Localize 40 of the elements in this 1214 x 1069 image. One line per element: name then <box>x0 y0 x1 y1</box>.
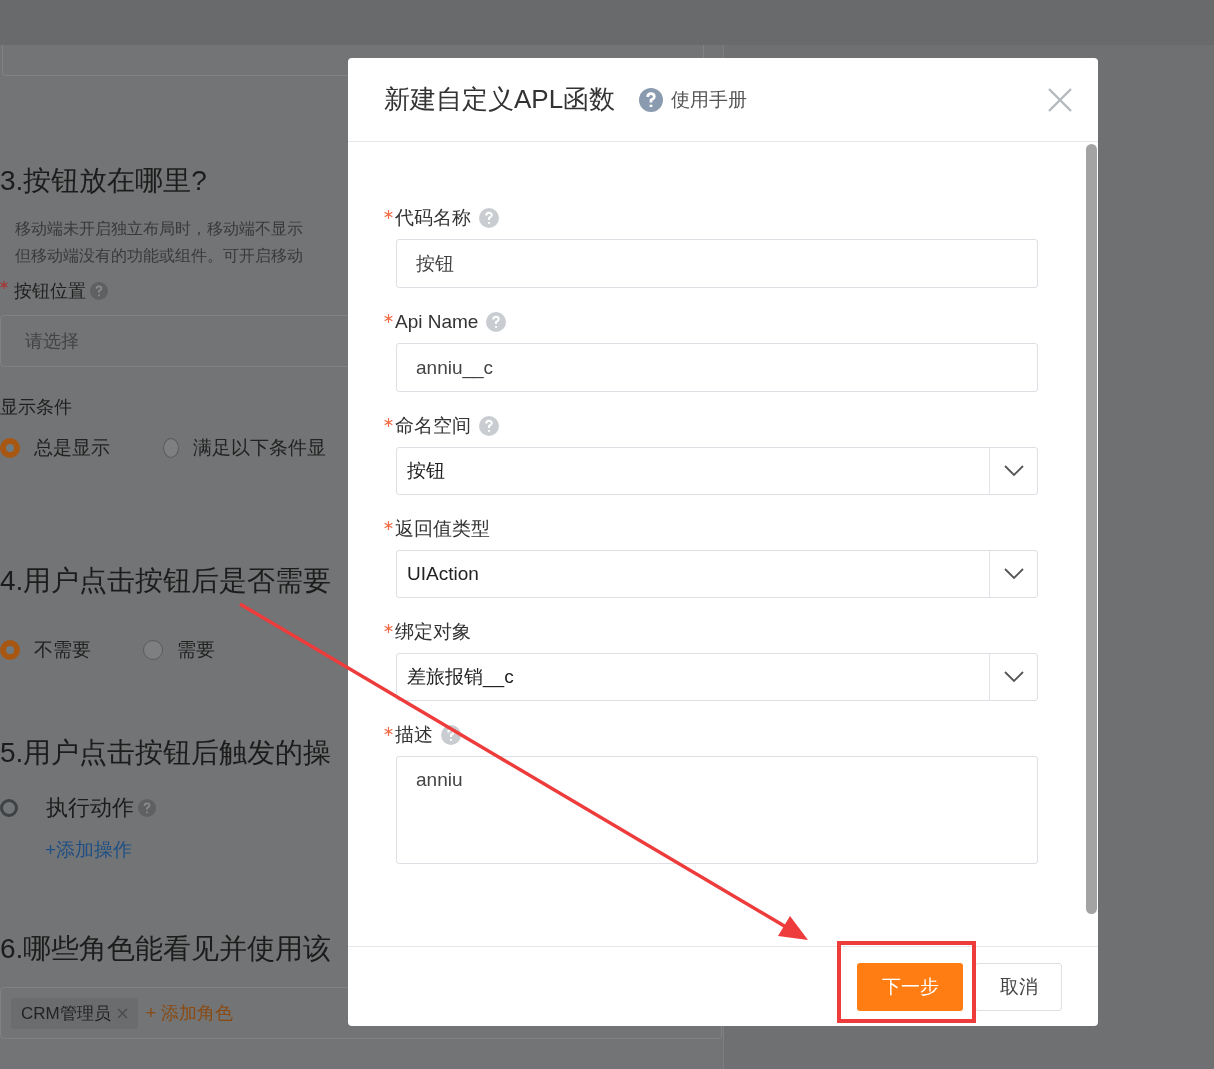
select-field[interactable]: 按钮 <box>396 447 1038 495</box>
scrollbar-thumb[interactable] <box>1086 144 1097 914</box>
hint-text: 但移动端没有的功能或组件。可开启移动 <box>15 246 303 266</box>
action-label: 执行动作 <box>46 794 134 822</box>
remove-icon[interactable] <box>116 1007 128 1019</box>
field-label: 命名空间 <box>395 414 471 438</box>
chevron-down-icon <box>1003 568 1024 580</box>
hint-text: 移动端未开启独立布局时，移动端不显示 <box>15 219 303 239</box>
radio-icon[interactable] <box>0 640 20 660</box>
radio-icon[interactable] <box>143 640 163 660</box>
cancel-button[interactable]: 取消 <box>975 962 1062 1011</box>
text-field[interactable]: 按钮 <box>396 239 1038 288</box>
close-icon[interactable] <box>1048 87 1072 112</box>
help-icon[interactable] <box>138 799 156 817</box>
chevron-down-icon <box>1003 465 1024 477</box>
field-label: 显示条件 <box>0 396 72 419</box>
dialog-title: 新建自定义APL函数 <box>384 83 616 116</box>
select-field[interactable]: 差旅报销__c <box>396 653 1038 701</box>
text-area[interactable]: anniu <box>396 756 1038 864</box>
select-field[interactable]: UIAction <box>396 550 1038 598</box>
field-label: 按钮位置 <box>14 280 86 303</box>
manual-link[interactable]: 使用手册 <box>671 86 748 113</box>
section-heading: 4.用户点击按钮后是否需要 <box>0 564 332 598</box>
radio-icon[interactable] <box>163 438 179 458</box>
field-label: 代码名称 <box>395 206 471 230</box>
section-heading: 5.用户点击按钮后触发的操 <box>0 736 332 770</box>
field-label: Api Name <box>395 311 479 333</box>
field-label: 描述 <box>395 723 433 747</box>
radio-icon[interactable] <box>0 438 20 458</box>
help-icon[interactable] <box>90 282 108 300</box>
field-label: 返回值类型 <box>395 517 490 541</box>
section-heading: 3.按钮放在哪里? <box>0 164 207 198</box>
help-icon[interactable] <box>441 725 461 745</box>
help-icon[interactable] <box>639 87 664 112</box>
section-heading: 6.哪些角色能看见并使用该 <box>0 932 332 966</box>
chevron-down-icon <box>1003 671 1024 683</box>
field-label: 绑定对象 <box>395 620 471 644</box>
circle-icon <box>0 799 18 817</box>
text-field[interactable]: anniu__c <box>396 343 1038 392</box>
asterisk-icon <box>0 281 8 289</box>
